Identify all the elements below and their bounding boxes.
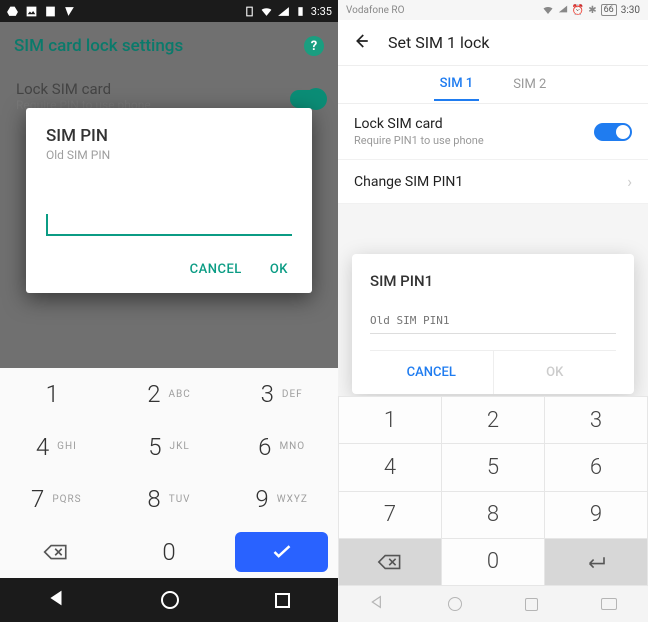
status-bar: 3:35 bbox=[0, 0, 338, 22]
phone-stock-android: 3:35 SIM card lock settings ? Lock SIM c… bbox=[0, 0, 338, 622]
key-backspace[interactable] bbox=[0, 526, 113, 579]
dialog-title: SIM PIN1 bbox=[370, 272, 616, 290]
nav-home[interactable] bbox=[161, 591, 179, 609]
image-icon bbox=[25, 5, 38, 18]
page-title-bar: SIM card lock settings ? bbox=[0, 22, 338, 70]
key-0[interactable]: 0 bbox=[113, 526, 226, 579]
arrow-left-icon bbox=[352, 32, 370, 50]
nav-keyboard-toggle[interactable] bbox=[601, 598, 617, 610]
note-icon bbox=[44, 5, 57, 18]
key-2[interactable]: 2ABC bbox=[113, 368, 226, 421]
status-time: 3:30 bbox=[621, 5, 640, 16]
key-5[interactable]: 5 bbox=[442, 444, 544, 490]
sim-pin-dialog: SIM PIN1 CANCEL OK bbox=[352, 254, 634, 394]
setting-title: Change SIM PIN1 bbox=[354, 174, 463, 190]
nav-recent[interactable] bbox=[525, 598, 538, 611]
key-9[interactable]: 9WXYZ bbox=[225, 473, 338, 526]
page-title: SIM card lock settings bbox=[14, 36, 183, 56]
nav-recent[interactable] bbox=[275, 593, 290, 608]
key-backspace[interactable] bbox=[339, 539, 441, 585]
key-3[interactable]: 3 bbox=[545, 397, 647, 443]
numeric-keypad: 1 2ABC 3DEF 4GHI 5JKL 6MNO 7PQRS 8TUV 9W… bbox=[0, 368, 338, 578]
battery-icon bbox=[294, 5, 307, 18]
key-7[interactable]: 7 bbox=[339, 492, 441, 538]
vibrate-icon bbox=[243, 5, 256, 18]
lock-sim-switch[interactable] bbox=[594, 123, 632, 141]
status-bar: Vodafone RO ⏰ ✱ 66 3:30 bbox=[338, 0, 648, 20]
nav-bar bbox=[0, 578, 338, 622]
setting-heading: Lock SIM card bbox=[16, 80, 322, 98]
battery-level: 66 bbox=[601, 4, 617, 16]
key-4[interactable]: 4GHI bbox=[0, 421, 113, 474]
signal-icon bbox=[558, 4, 568, 17]
backspace-icon bbox=[43, 543, 69, 561]
wifi-icon bbox=[260, 5, 273, 18]
sim-pin-dialog: SIM PIN Old SIM PIN CANCEL OK bbox=[26, 108, 312, 293]
key-0[interactable]: 0 bbox=[442, 539, 544, 585]
key-enter[interactable] bbox=[235, 532, 328, 573]
phone-emui: Vodafone RO ⏰ ✱ 66 3:30 Set SIM 1 lock S… bbox=[338, 0, 648, 622]
keyboard-icon bbox=[601, 598, 617, 610]
key-2[interactable]: 2 bbox=[442, 397, 544, 443]
lock-sim-toggle[interactable] bbox=[290, 90, 324, 108]
key-5[interactable]: 5JKL bbox=[113, 421, 226, 474]
key-6[interactable]: 6 bbox=[545, 444, 647, 490]
cancel-button[interactable]: CANCEL bbox=[370, 351, 494, 394]
key-6[interactable]: 6MNO bbox=[225, 421, 338, 474]
app-header: Set SIM 1 lock bbox=[338, 20, 648, 66]
setting-subtitle: Require PIN1 to use phone bbox=[354, 134, 484, 147]
nav-back[interactable] bbox=[369, 594, 385, 614]
pin-input[interactable] bbox=[370, 308, 616, 334]
key-9[interactable]: 9 bbox=[545, 492, 647, 538]
numeric-keypad: 1 2 3 4 5 6 7 8 9 0 bbox=[338, 396, 648, 586]
nav-bar bbox=[338, 586, 648, 622]
carrier-label: Vodafone RO bbox=[346, 5, 404, 16]
key-enter[interactable] bbox=[545, 539, 647, 585]
tab-sim2[interactable]: SIM 2 bbox=[507, 69, 552, 100]
help-icon[interactable]: ? bbox=[304, 36, 324, 56]
wifi-icon bbox=[542, 4, 554, 17]
key-1[interactable]: 1 bbox=[339, 397, 441, 443]
chevron-right-icon: › bbox=[627, 172, 632, 191]
key-8[interactable]: 8 bbox=[442, 492, 544, 538]
nav-back[interactable] bbox=[48, 589, 66, 611]
setting-row-lock-sim[interactable]: Lock SIM card Require PIN1 to use phone bbox=[338, 104, 648, 160]
key-3[interactable]: 3DEF bbox=[225, 368, 338, 421]
check-icon bbox=[63, 5, 76, 18]
check-icon bbox=[272, 545, 292, 559]
alarm-icon: ⏰ bbox=[572, 5, 584, 16]
sim-tabs: SIM 1 SIM 2 bbox=[338, 66, 648, 104]
backspace-icon bbox=[377, 554, 403, 570]
key-8[interactable]: 8TUV bbox=[113, 473, 226, 526]
pin-input[interactable] bbox=[46, 210, 292, 236]
drive-icon bbox=[6, 5, 19, 18]
enter-icon bbox=[583, 554, 609, 570]
setting-row-change-pin[interactable]: Change SIM PIN1 › bbox=[338, 160, 648, 204]
setting-title: Lock SIM card bbox=[354, 116, 484, 132]
key-7[interactable]: 7PQRS bbox=[0, 473, 113, 526]
dialog-subtitle: Old SIM PIN bbox=[46, 148, 292, 162]
ok-button[interactable]: OK bbox=[270, 262, 288, 277]
status-time: 3:35 bbox=[311, 5, 332, 18]
nav-home[interactable] bbox=[448, 597, 462, 611]
header-title: Set SIM 1 lock bbox=[388, 33, 489, 52]
tab-sim1[interactable]: SIM 1 bbox=[434, 68, 480, 101]
signal-icon bbox=[277, 5, 290, 18]
ok-button[interactable]: OK bbox=[494, 351, 617, 394]
dialog-title: SIM PIN bbox=[46, 126, 292, 146]
key-4[interactable]: 4 bbox=[339, 444, 441, 490]
back-button[interactable] bbox=[352, 32, 370, 54]
bluetooth-icon: ✱ bbox=[588, 5, 596, 16]
key-1[interactable]: 1 bbox=[0, 368, 113, 421]
cancel-button[interactable]: CANCEL bbox=[190, 262, 242, 277]
